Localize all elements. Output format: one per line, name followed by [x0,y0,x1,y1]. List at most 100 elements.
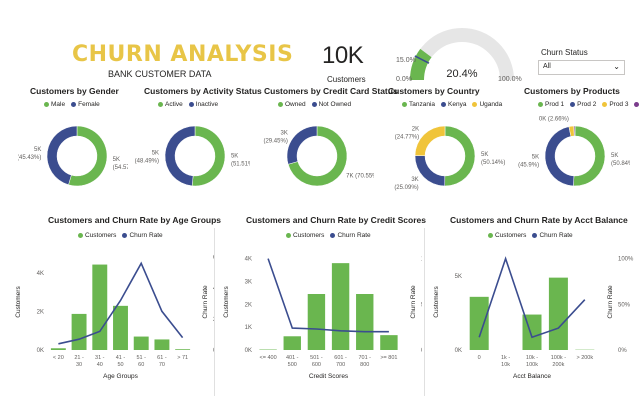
y-tick-label: 1K [245,325,252,331]
y-tick-label: 4K [245,257,252,263]
legend-item[interactable]: Kenya [441,101,466,108]
y2-tick-label: 0% [421,348,422,354]
donut-legend: Active Inactive [158,101,218,108]
donut-slice[interactable] [164,125,196,187]
legend-item[interactable]: Prod 4 [634,101,640,108]
y-tick-label: 0K [245,348,252,354]
bar[interactable] [283,336,301,350]
x-tick-label: 30 [76,362,82,368]
legend-label: Owned [285,101,306,108]
bar[interactable] [548,277,568,350]
x-tick-label: 100k - [551,355,566,361]
x-tick-label: 51 - [136,355,146,361]
y2-tick-label: 20% [213,317,214,323]
legend-item[interactable]: Prod 2 [570,101,596,108]
x-tick-label: >= 801 [380,355,397,361]
bar[interactable] [71,313,87,350]
legend-dot [78,232,83,238]
combo-chart-legend: Customers Churn Rate [286,232,371,239]
legend-label: Uganda [479,101,503,108]
gauge-value-label: 20.4% [446,68,477,80]
legend-item[interactable]: Customers [78,232,116,239]
x-tick-label: 31 - [95,355,105,361]
donut-slice[interactable] [414,155,446,187]
legend-label: Male [51,101,66,108]
bar[interactable] [154,339,170,350]
legend-item[interactable]: Owned [278,101,306,108]
y-tick-label: 2K [245,302,252,308]
legend-item[interactable]: Customers [286,232,324,239]
x-tick-label: 41 - [116,355,126,361]
y2-tick-label: 0% [618,348,627,354]
y-tick-label: 2K [37,310,44,316]
x-axis-title: Credit Scores [309,373,349,380]
donut-slice[interactable] [414,125,446,156]
churn-status-dropdown[interactable]: All ⌄ [538,60,625,75]
legend-label: Female [78,101,100,108]
donut-slice[interactable] [544,126,575,187]
legend-label: Customers [495,232,527,239]
donut-chart: 5K (50.84%) 5K (45.9%) 0K (2.66%) [518,116,630,187]
donut-legend: Owned Not Owned [278,101,351,108]
donut-slice[interactable] [286,125,318,165]
bar[interactable] [50,348,66,350]
legend-item[interactable]: Inactive [188,101,218,108]
donut-title: Customers by Gender [30,86,119,96]
legend-item[interactable]: Uganda [472,101,502,108]
churn-status-selected: All [543,63,551,70]
donut-label: (50.84%) [611,161,630,167]
donut-label: (54.57%) [113,165,128,171]
bar[interactable] [307,294,326,350]
bar[interactable] [113,305,128,350]
donut-legend: Tanzania Kenya Uganda [402,101,502,108]
y-axis-title: Customers [15,286,22,318]
donut-legend: Male Female [44,101,100,108]
legend-item[interactable]: Female [71,101,100,108]
bar[interactable] [469,296,489,350]
x-tick-label: 701 - [358,355,371,361]
legend-label: Not Owned [318,101,352,108]
bar[interactable] [380,335,398,350]
x-tick-label: 500 [288,362,297,368]
legend-item[interactable]: Customers [488,232,526,239]
bar[interactable] [175,349,191,350]
legend-dot [472,101,478,107]
y-axis-title: Customers [433,286,440,318]
donut-slice[interactable] [573,125,606,187]
bar[interactable] [133,336,149,350]
legend-item[interactable]: Churn Rate [532,232,573,239]
legend-dot [71,101,77,107]
legend-item[interactable]: Not Owned [311,101,352,108]
x-tick-label: > 71 [177,355,188,361]
x-tick-label: 21 - [74,355,84,361]
bar[interactable] [92,264,108,350]
dashboard-subtitle: BANK CUSTOMER DATA [108,69,212,79]
donut-label: 5K [532,155,539,161]
legend-dot [532,232,538,238]
donut-label: 3K [411,177,418,183]
legend-label: Customers [85,232,117,239]
legend-item[interactable]: Prod 3 [602,101,628,108]
kpi-customers-value: 10K [322,42,364,69]
legend-item[interactable]: Tanzania [402,101,435,108]
donut-label: 5K [481,152,488,158]
x-tick-label: 10k - [526,355,538,361]
legend-item[interactable]: Prod 1 [538,101,564,108]
donut-slice[interactable] [573,125,576,137]
bar[interactable] [331,263,350,350]
legend-dot [278,101,283,107]
legend-dot [570,101,576,107]
y2-axis-title: Churn Rate [607,285,614,319]
y2-tick-label: 100% [421,257,422,263]
donut-slice[interactable] [191,125,226,187]
dashboard-title: CHURN ANALYSIS [72,42,294,67]
legend-item[interactable]: Male [44,101,65,108]
legend-item[interactable]: Churn Rate [330,232,371,239]
combo-chart-legend: Customers Churn Rate [78,232,163,239]
legend-item[interactable]: Active [158,101,183,108]
bar[interactable] [356,294,374,350]
legend-item[interactable]: Churn Rate [122,232,163,239]
combo-chart: 0K 1K 2K 3K 4K 0% 50% 100% Customers Churn Rate Cr… [223,257,422,380]
donut-chart: 5K (54.57%) 5K (45.43%) [18,125,128,187]
donut-slice[interactable] [444,125,476,187]
